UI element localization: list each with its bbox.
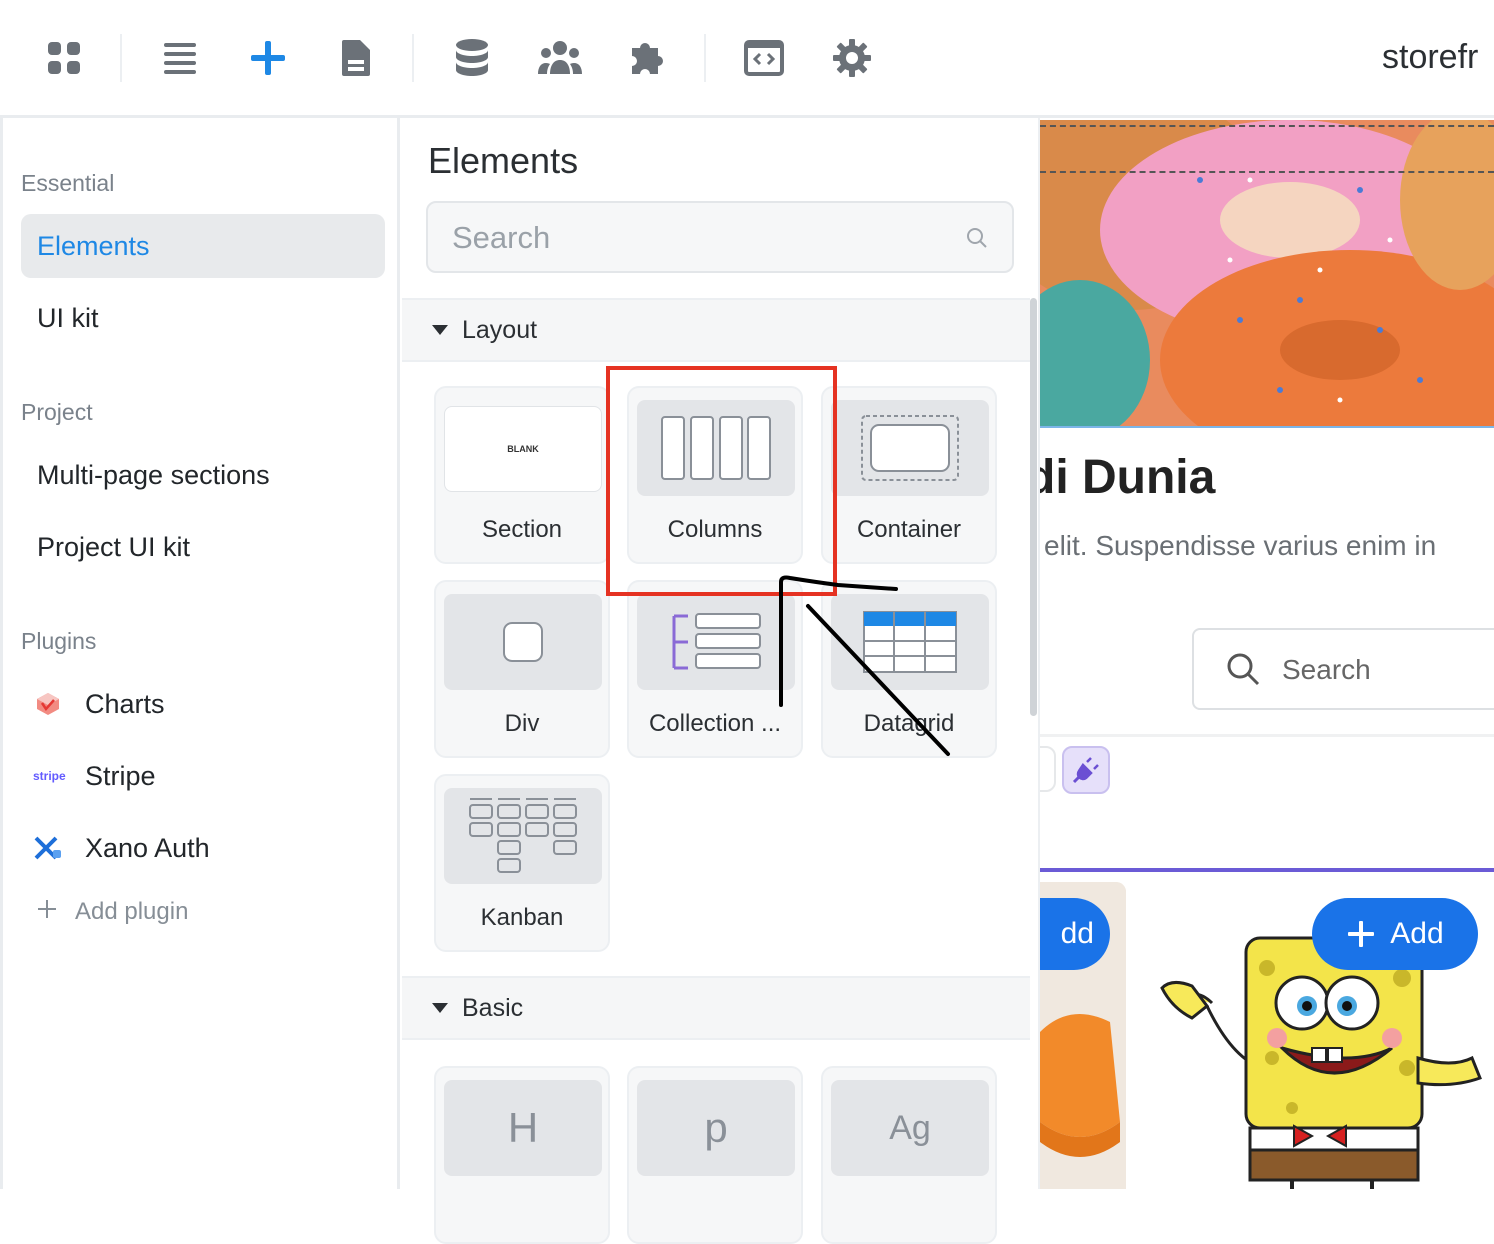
drawn-annotation-strokes xyxy=(779,575,950,756)
